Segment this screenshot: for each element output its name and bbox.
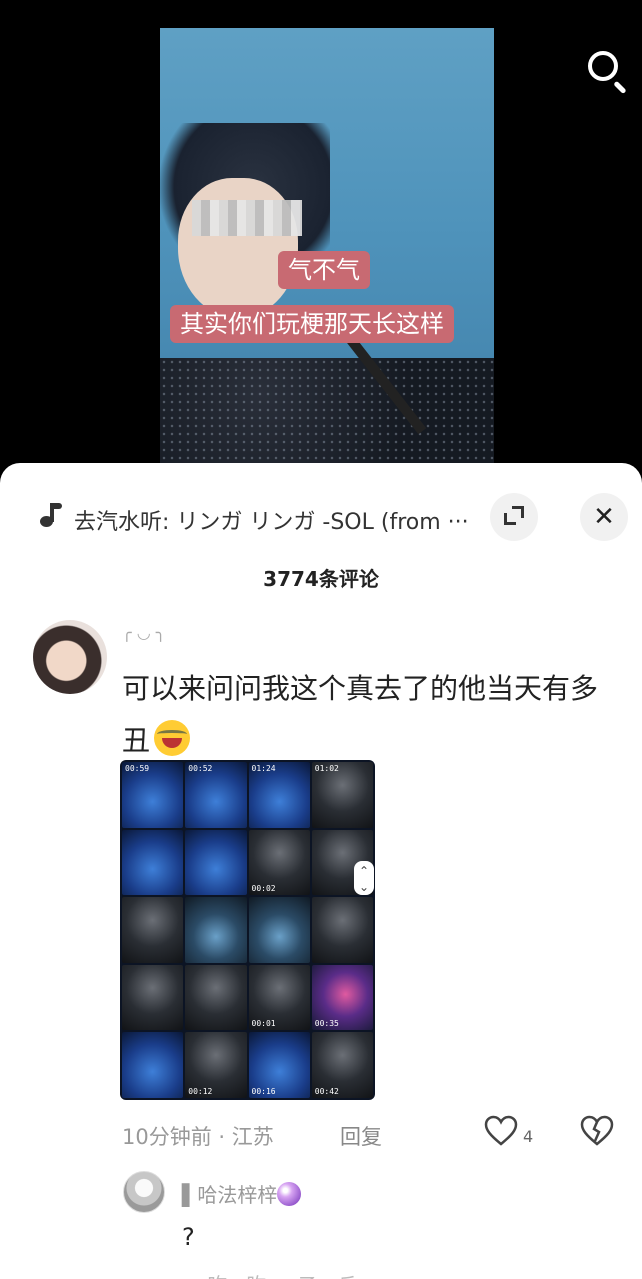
comment-text: ? [182,1223,195,1251]
photo-thumbnail[interactable]: 00:01 [248,964,310,1031]
partial-comment-row: · · 吃 · 吹 · · 乙 · 丘 [182,1269,357,1279]
avatar[interactable] [123,1171,165,1213]
video-duration-label: 00:52 [188,764,213,773]
music-row[interactable]: 去汽水听: リンガ リンガ -SOL (from ··· ✕ [0,493,642,543]
photo-thumbnail[interactable] [122,964,184,1031]
comment-count: 3774条评论 [263,567,379,591]
video-subtitle-line1: 气不气 [278,251,370,289]
video-area[interactable]: 气不气 其实你们玩梗那天长这样 [0,0,642,470]
photo-thumbnail[interactable] [185,964,247,1031]
video-duration-label: 00:42 [314,1086,339,1096]
photo-thumbnail[interactable]: 00:59 [122,762,184,828]
video-duration-label: 00:01 [251,1019,276,1029]
video-subtitle-line2: 其实你们玩梗那天长这样 [170,305,454,343]
video-duration-label: 00:12 [188,1086,213,1096]
avatar[interactable] [33,620,107,694]
video-frame[interactable] [160,28,494,470]
comment-meta-row: 10分钟前 · 江苏 回复 4 [122,1115,622,1155]
heart-outline-icon [484,1115,518,1146]
photo-thumbnail[interactable] [185,897,247,963]
photo-thumbnail[interactable]: 00:35 [311,964,373,1031]
grid-scroll-handle[interactable]: ⌃ ⌄ [354,861,374,895]
photo-thumbnail[interactable] [311,897,373,963]
like-count: 4 [523,1127,534,1146]
comment-username-text: ▌哈法梓梓 [182,1183,278,1207]
performer-face [178,178,298,318]
photo-thumbnail[interactable]: 00:02 [248,829,310,896]
photo-thumbnail[interactable]: 01:02 [311,762,373,828]
comment-photo-grid[interactable]: 00:59 00:52 01:24 01:02 00:02 00:01 00:35 00:12… [120,760,375,1100]
video-duration-label: 01:02 [314,764,339,773]
music-link[interactable]: 去汽水听: リンガ リンガ -SOL (from ··· [74,504,474,536]
photo-thumbnail[interactable] [122,1032,184,1098]
comment-body: 可以来问问我这个真去了的他当天有多丑 [122,672,599,757]
comment-sheet: 去汽水听: リンガ リンガ -SOL (from ··· ✕ 3774条评论 ╭… [0,463,642,1279]
video-duration-label: 00:02 [251,884,276,894]
photo-thumbnail[interactable]: 00:52 [185,762,247,828]
photo-thumbnail[interactable] [248,897,310,963]
search-icon[interactable] [585,48,633,96]
video-duration-label: 01:24 [251,764,276,773]
comment-text: 可以来问问我这个真去了的他当天有多丑 [122,663,612,767]
grinning-tears-emoji-icon [154,720,191,756]
reply-button[interactable]: 回复 [340,1121,382,1151]
video-duration-label: 00:59 [125,764,150,773]
crystal-ball-emoji-icon [277,1182,302,1206]
photo-thumbnail[interactable]: 01:24 [248,762,310,828]
face-blur-mosaic [192,200,302,236]
dislike-button[interactable] [580,1115,620,1155]
video-duration-label: 00:35 [314,1019,339,1029]
performer-shirt [160,358,494,470]
comment-username[interactable]: ╭ ◡ ╮ [122,623,165,642]
comment-time-location: 10分钟前 · 江苏 [122,1125,274,1149]
photo-thumbnail[interactable]: 00:16 [248,1032,310,1098]
expand-button[interactable] [490,493,538,541]
close-button[interactable]: ✕ [580,493,628,541]
video-duration-label: 00:16 [251,1086,276,1096]
photo-thumbnail[interactable] [122,897,184,963]
close-icon: ✕ [593,502,615,532]
broken-heart-icon [580,1115,614,1146]
photo-thumbnail[interactable]: 00:12 [185,1032,247,1098]
music-note-icon [40,503,62,529]
photo-thumbnail[interactable] [122,829,184,896]
photo-thumbnail[interactable] [185,829,247,896]
photo-thumbnail[interactable]: 00:42 [311,1032,373,1098]
comment-username[interactable]: ▌哈法梓梓 [182,1179,302,1208]
